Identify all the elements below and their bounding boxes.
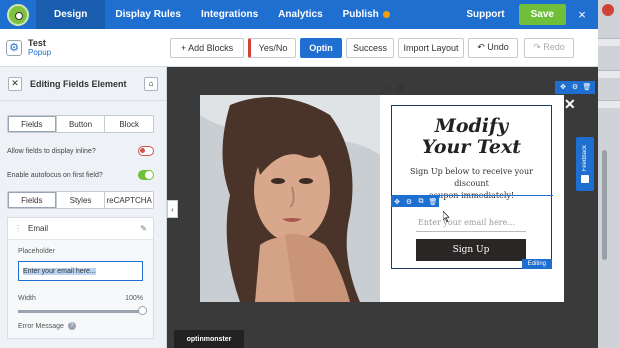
block-settings-gear-icon[interactable]: ⚙ — [383, 83, 395, 94]
campaign-settings-gear-icon[interactable]: ⚙ — [6, 39, 22, 56]
save-button[interactable]: Save — [518, 4, 566, 25]
tab-publish-label: Publish — [342, 9, 379, 20]
campaign-type: Popup — [28, 48, 52, 57]
redo-button[interactable]: ↷ Redo — [524, 37, 574, 58]
inline-option-row: Allow fields to display inline? — [7, 139, 154, 163]
field-delete-trash-icon[interactable]: 🗑 — [427, 196, 439, 207]
tab-recaptcha[interactable]: reCAPTCHA — [105, 192, 153, 208]
optin-content-block[interactable]: Modify Your Text Sign Up below to receiv… — [391, 105, 553, 269]
width-slider-handle[interactable] — [138, 306, 147, 315]
tab-analytics[interactable]: Analytics — [268, 0, 332, 29]
top-nav: Design Display Rules Integrations Analyt… — [0, 0, 598, 29]
field-duplicate-icon[interactable]: ⧉ — [415, 196, 427, 207]
autofocus-option-row: Enable autofocus on first field? — [7, 163, 154, 187]
drag-handle-icon[interactable]: ⋮ — [14, 224, 22, 233]
tab-display-rules[interactable]: Display Rules — [105, 0, 191, 29]
block-delete-trash-icon[interactable]: 🗑 — [395, 83, 407, 94]
campaign-name: Test — [28, 38, 46, 48]
autofocus-option-label: Enable autofocus on first field? — [7, 171, 103, 179]
edit-pencil-icon[interactable]: ✎ — [140, 224, 147, 233]
editing-panel: ✕ Editing Fields Element ⌂ Fields Button… — [0, 67, 167, 348]
popup-photo — [200, 95, 380, 302]
inline-toggle[interactable] — [138, 146, 154, 156]
undo-button[interactable]: ↶ Undo — [468, 37, 518, 58]
width-slider[interactable] — [18, 306, 147, 315]
publish-status-dot-icon — [382, 11, 390, 18]
placeholder-input-value: Enter your email here... — [23, 267, 96, 275]
close-circle-icon — [602, 4, 614, 16]
add-blocks-button[interactable]: + Add Blocks — [170, 37, 244, 58]
tab-styles[interactable]: Styles — [57, 192, 106, 208]
close-panel-icon[interactable]: ✕ — [8, 76, 22, 91]
field-move-icon[interactable]: ✥ — [391, 196, 403, 207]
preview-canvas: ⚙ 🗑 ✥ ⚙ 🗑 Modify Your Text Sign Up below… — [168, 67, 598, 348]
tab-block[interactable]: Block — [105, 116, 153, 132]
width-value: 100% — [125, 295, 143, 302]
field-settings-tabs: Fields Styles reCAPTCHA — [7, 191, 154, 209]
width-label: Width — [18, 295, 36, 302]
tab-design[interactable]: Design — [36, 0, 106, 29]
optinmonster-badge: optinmonster — [174, 330, 244, 348]
popup-email-input[interactable]: Enter your email here... — [416, 218, 526, 232]
import-layout-button[interactable]: Import Layout — [398, 37, 464, 58]
home-icon[interactable]: ⌂ — [144, 76, 158, 91]
autofocus-toggle[interactable] — [138, 170, 154, 180]
popup-close-icon[interactable]: ✕ — [564, 96, 576, 113]
editor-toolbar: ⚙ Test Popup + Add Blocks Yes/No Optin S… — [0, 29, 598, 67]
placeholder-label: Placeholder — [18, 248, 55, 255]
popup-controls: ✥ ⚙ 🗑 — [555, 81, 595, 94]
popup-settings-gear-icon[interactable]: ⚙ — [569, 81, 581, 92]
optin-view-button[interactable]: Optin — [300, 37, 342, 58]
campaign-info: Test Popup — [28, 38, 166, 57]
error-message-label: Error Message — [18, 322, 64, 330]
browser-background-strip — [598, 0, 620, 348]
email-field-card: ⋮ Email ✎ Placeholder Enter your email h… — [7, 217, 154, 339]
signup-button[interactable]: Sign Up — [416, 239, 526, 261]
tab-button[interactable]: Button — [57, 116, 106, 132]
close-builder-icon[interactable]: × — [566, 7, 598, 22]
scrollbar[interactable] — [602, 150, 607, 260]
optinmonster-logo[interactable] — [0, 0, 36, 29]
subtext-line-1: Sign Up below to receive your discount — [410, 167, 533, 188]
element-tabs: Fields Button Block — [7, 115, 154, 133]
tab-fields[interactable]: Fields — [8, 116, 57, 132]
inline-option-label: Allow fields to display inline? — [7, 147, 96, 155]
field-name: Email — [28, 224, 49, 233]
headline-line-2[interactable]: Your Text — [392, 137, 551, 158]
panel-title: Editing Fields Element — [30, 78, 127, 89]
placeholder-input[interactable]: Enter your email here... — [18, 261, 143, 281]
popup-preview: ⚙ 🗑 ✥ ⚙ 🗑 Modify Your Text Sign Up below… — [200, 81, 595, 302]
tab-integrations[interactable]: Integrations — [191, 0, 268, 29]
feedback-label: Feedback — [582, 145, 588, 172]
collapse-panel-chevron-icon[interactable]: ‹ — [167, 200, 178, 218]
fields-element-toolbar: ✥ ⚙ ⧉ 🗑 — [391, 195, 553, 207]
width-slider-fill — [18, 310, 143, 313]
tab-fields-sub[interactable]: Fields — [8, 192, 57, 208]
feedback-icon — [581, 174, 589, 183]
tab-publish[interactable]: Publish — [333, 0, 400, 29]
success-view-button[interactable]: Success — [346, 37, 394, 58]
block-controls: ⚙ 🗑 — [383, 83, 407, 94]
yesno-view-button[interactable]: Yes/No — [248, 37, 296, 58]
popup-delete-trash-icon[interactable]: 🗑 — [581, 81, 593, 92]
mouse-cursor-icon — [443, 211, 450, 222]
field-settings-gear-icon[interactable]: ⚙ — [403, 196, 415, 207]
help-icon[interactable]: ? — [67, 322, 76, 330]
headline-line-1[interactable]: Modify — [392, 116, 551, 137]
editing-tag: Editing — [521, 259, 552, 269]
support-link[interactable]: Support — [452, 9, 518, 20]
feedback-tab[interactable]: Feedback — [576, 137, 594, 191]
popup-move-icon[interactable]: ✥ — [557, 81, 569, 92]
